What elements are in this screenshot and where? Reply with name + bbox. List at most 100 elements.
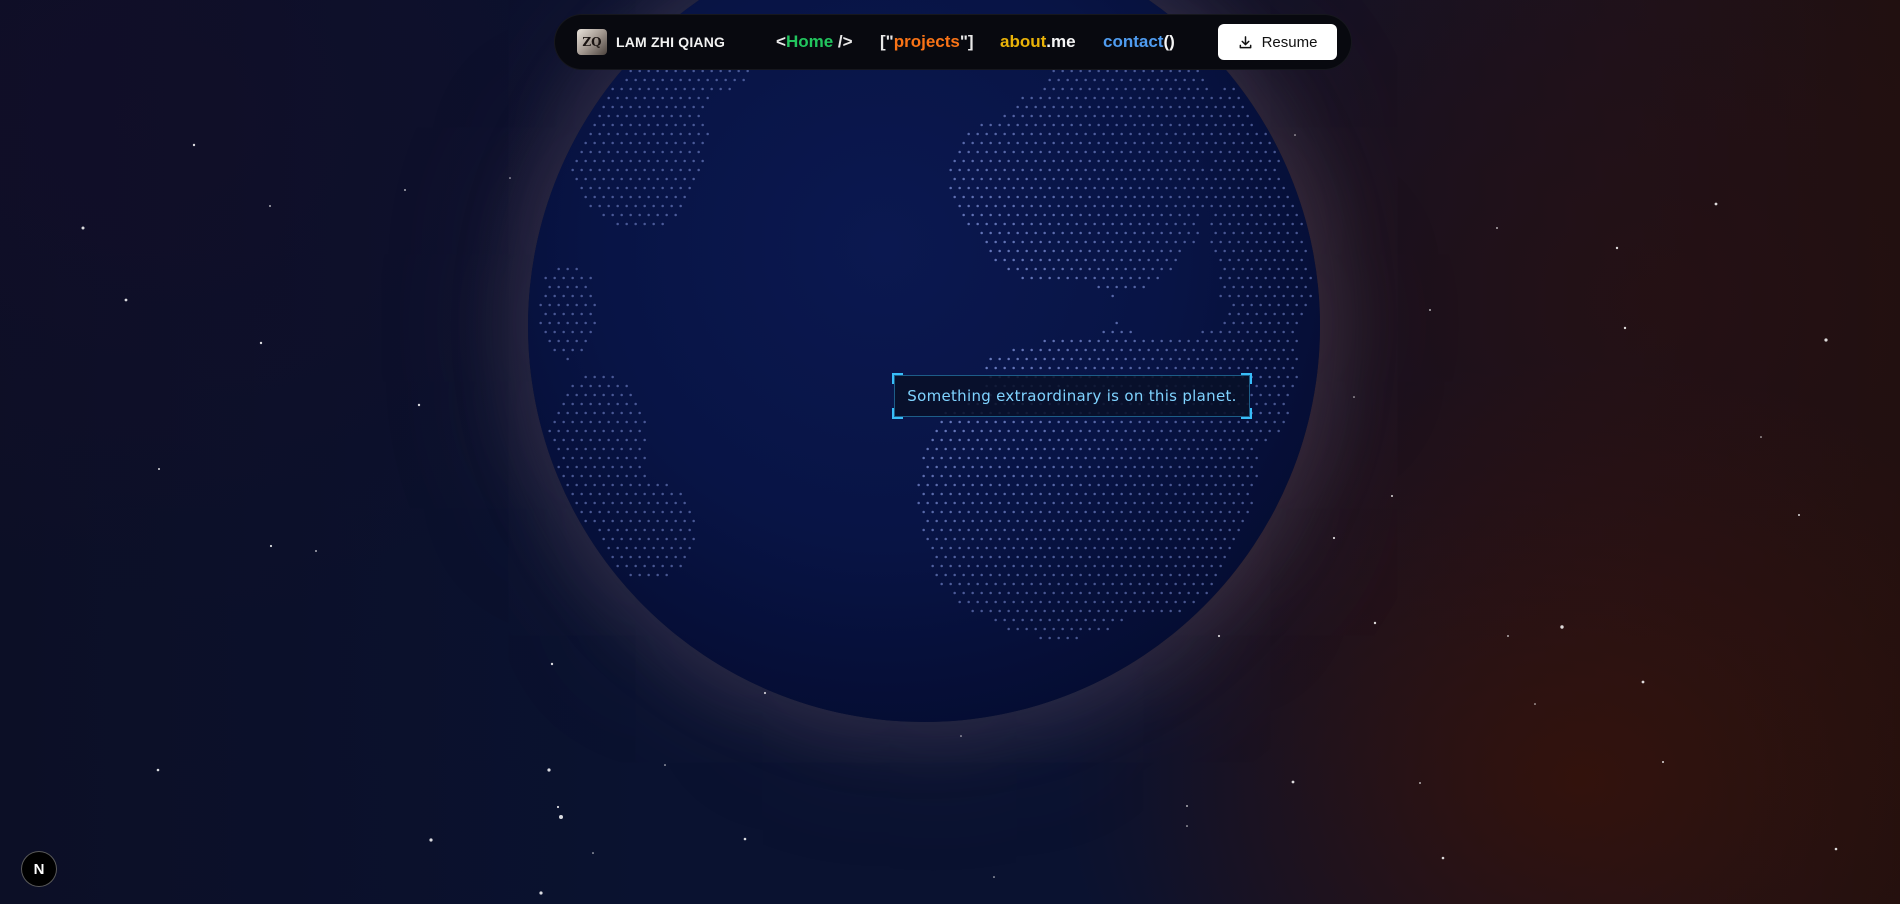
- land-dot: [1286, 393, 1289, 397]
- land-dot: [1277, 231, 1280, 235]
- land-dot: [571, 456, 574, 460]
- land-dot: [1246, 348, 1249, 352]
- navbar: ZQ LAM ZHI QIANG <Home /> ["projects"] a…: [554, 14, 1352, 70]
- land-dot: [1115, 573, 1118, 577]
- star: [429, 838, 433, 842]
- nav-link-contact[interactable]: contact(): [1103, 32, 1175, 52]
- land-dot: [1124, 195, 1127, 199]
- land-dot: [1115, 285, 1118, 289]
- land-dot: [629, 411, 632, 415]
- land-dot: [1129, 204, 1132, 208]
- land-dot: [679, 492, 682, 496]
- land-dot: [1223, 357, 1226, 361]
- land-dot: [1016, 213, 1019, 217]
- land-dot: [1021, 564, 1024, 568]
- brand[interactable]: ZQ LAM ZHI QIANG: [577, 29, 725, 55]
- land-dot: [1268, 339, 1271, 343]
- land-dot: [1075, 492, 1078, 496]
- land-dot: [1061, 231, 1064, 235]
- land-dot: [674, 195, 677, 199]
- land-dot: [1187, 519, 1190, 523]
- land-dot: [1259, 357, 1262, 361]
- land-dot: [1066, 474, 1069, 478]
- land-dot: [1088, 609, 1091, 613]
- land-dot: [1039, 438, 1042, 442]
- land-dot: [1097, 249, 1100, 253]
- land-dot: [661, 114, 664, 118]
- land-dot: [1286, 231, 1289, 235]
- land-dot: [1124, 267, 1127, 271]
- land-dot: [1034, 141, 1037, 145]
- land-dot: [1201, 366, 1204, 370]
- nav-link-projects[interactable]: ["projects"]: [880, 32, 974, 52]
- land-dot: [1264, 222, 1267, 226]
- corner-bracket: [892, 373, 903, 384]
- land-dot: [1259, 339, 1262, 343]
- land-dot: [1192, 546, 1195, 550]
- land-dot: [1084, 618, 1087, 622]
- globe[interactable]: [528, 0, 1320, 722]
- land-dot: [1066, 492, 1069, 496]
- land-dot: [1097, 267, 1100, 271]
- land-dot: [656, 177, 659, 181]
- land-dot: [1228, 312, 1231, 316]
- land-dot: [980, 123, 983, 127]
- nextjs-icon[interactable]: N: [21, 851, 57, 887]
- land-dot: [1277, 429, 1280, 433]
- land-dot: [1246, 330, 1249, 334]
- land-dot: [670, 114, 673, 118]
- land-dot: [1178, 195, 1181, 199]
- land-dot: [1088, 573, 1091, 577]
- land-dot: [1133, 555, 1136, 559]
- land-dot: [1259, 159, 1262, 163]
- land-dot: [958, 420, 961, 424]
- land-dot: [1160, 177, 1163, 181]
- land-dot: [1048, 510, 1051, 514]
- land-dot: [1043, 195, 1046, 199]
- land-dot: [1012, 546, 1015, 550]
- land-dot: [1178, 591, 1181, 595]
- land-dot: [602, 429, 605, 433]
- land-dot: [1156, 78, 1159, 82]
- nav-link-home[interactable]: <Home />: [776, 32, 853, 52]
- land-dot: [634, 186, 637, 190]
- land-dot: [1151, 69, 1154, 73]
- land-dot: [647, 123, 650, 127]
- land-dot: [1241, 303, 1244, 307]
- nav-link-about[interactable]: about.me: [1000, 32, 1076, 52]
- land-dot: [1070, 483, 1073, 487]
- land-dot: [616, 474, 619, 478]
- land-dot: [1007, 465, 1010, 469]
- land-dot: [629, 159, 632, 163]
- land-dot: [1232, 501, 1235, 505]
- land-dot: [1052, 249, 1055, 253]
- land-dot: [1237, 168, 1240, 172]
- land-dot: [1120, 132, 1123, 136]
- land-dot: [1012, 600, 1015, 604]
- land-dot: [1196, 501, 1199, 505]
- land-dot: [1120, 366, 1123, 370]
- land-dot: [1156, 204, 1159, 208]
- projects-close: "]: [959, 32, 974, 51]
- land-dot: [625, 564, 628, 568]
- logo-text: ZQ: [582, 35, 602, 49]
- resume-button[interactable]: Resume: [1218, 24, 1337, 60]
- land-dot: [949, 456, 952, 460]
- land-dot: [1102, 492, 1105, 496]
- land-dot: [1097, 339, 1100, 343]
- land-dot: [931, 456, 934, 460]
- land-dot: [1034, 627, 1037, 631]
- land-dot: [1093, 618, 1096, 622]
- land-dot: [1088, 555, 1091, 559]
- land-dot: [1160, 195, 1163, 199]
- land-dot: [1237, 132, 1240, 136]
- land-dot: [1043, 483, 1046, 487]
- land-dot: [1210, 96, 1213, 100]
- land-dot: [607, 492, 610, 496]
- land-dot: [692, 69, 695, 73]
- land-dot: [1223, 429, 1226, 433]
- land-dot: [683, 87, 686, 91]
- star: [547, 768, 551, 772]
- land-dot: [985, 366, 988, 370]
- land-dot: [1066, 132, 1069, 136]
